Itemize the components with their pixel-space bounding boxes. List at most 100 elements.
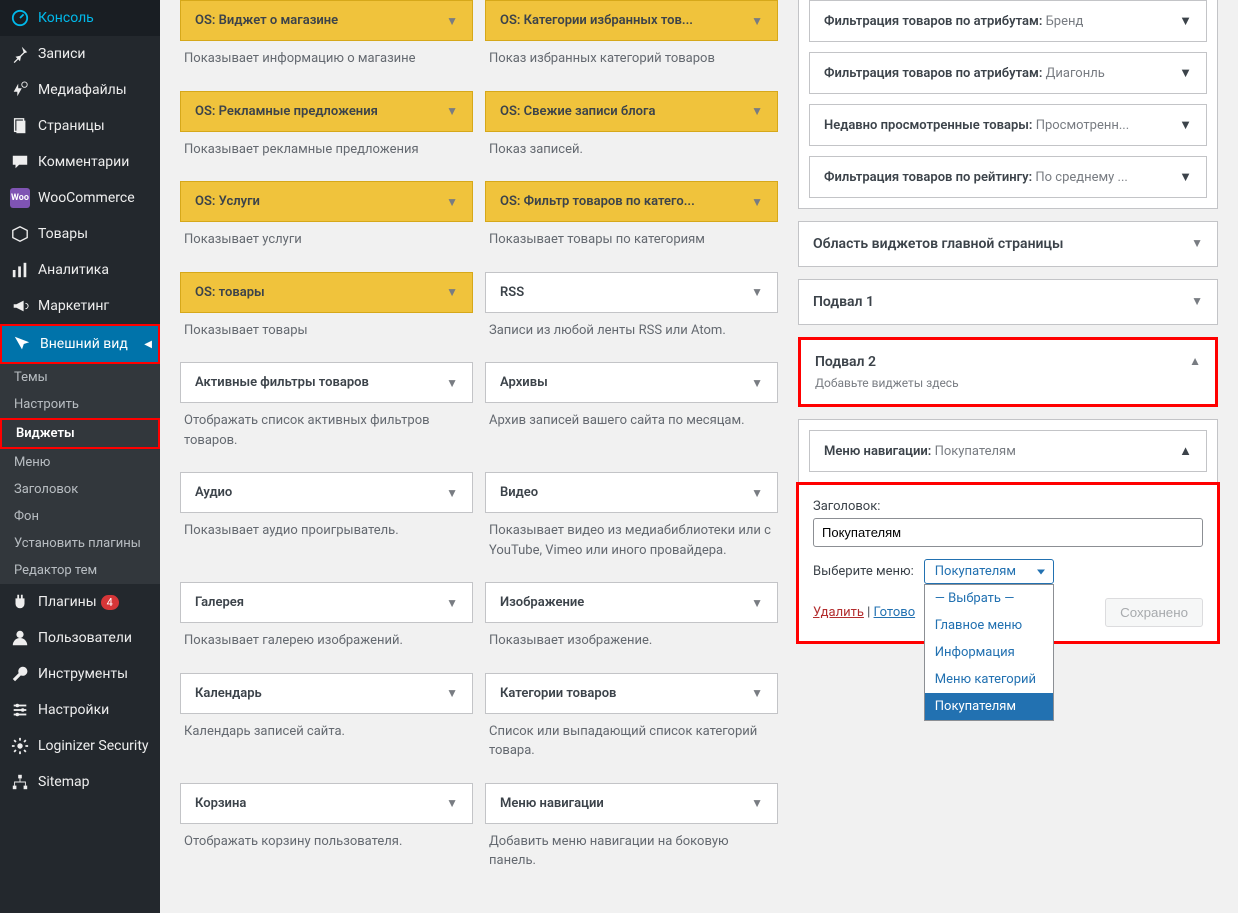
menu-marketing[interactable]: Маркетинг	[0, 288, 160, 324]
menu-console[interactable]: Консоль	[0, 0, 160, 36]
plugins-icon	[10, 592, 30, 612]
chevron-down-icon: ▼	[446, 376, 458, 390]
submenu-customize[interactable]: Настроить	[0, 391, 160, 418]
widget-title: Галерея	[195, 595, 244, 610]
menu-option[interactable]: Информация	[925, 639, 1053, 666]
title-input[interactable]	[813, 518, 1203, 547]
widget-title: Фильтрация товаров по атрибутам:	[824, 66, 1042, 81]
widget-title: Меню навигации	[500, 796, 604, 811]
available-widget[interactable]: Архивы ▼	[485, 362, 778, 403]
menu-label: Товары	[38, 226, 88, 242]
widget-title: OS: товары	[195, 285, 265, 300]
menu-users[interactable]: Пользователи	[0, 620, 160, 656]
chevron-down-icon: ▼	[1191, 236, 1203, 250]
available-widget[interactable]: Календарь ▼	[180, 673, 473, 714]
menu-pages[interactable]: Страницы	[0, 108, 160, 144]
chevron-down-icon: ▼	[1191, 294, 1203, 308]
menu-option[interactable]: — Выбрать —	[925, 585, 1053, 612]
menu-products[interactable]: Товары	[0, 216, 160, 252]
widget-title: Категории товаров	[500, 686, 616, 701]
menu-sitemap[interactable]: Sitemap	[0, 764, 160, 800]
menu-select[interactable]: Покупателям	[924, 559, 1054, 584]
available-widget[interactable]: Меню навигации ▼	[485, 783, 778, 824]
submenu-background[interactable]: Фон	[0, 503, 160, 530]
widget-description: Архив записей вашего сайта по месяцам.	[485, 403, 778, 447]
widget-description: Показывает услуги	[180, 222, 473, 266]
menu-option[interactable]: Меню категорий	[925, 666, 1053, 693]
widget-description: Показывает аудио проигрыватель.	[180, 513, 473, 557]
area-title: Подвал 2	[815, 354, 959, 370]
area-footer2-header[interactable]: Подвал 2 Добавьте виджеты здесь ▲	[801, 340, 1215, 404]
pin-icon	[10, 44, 30, 64]
available-widget[interactable]: OS: Рекламные предложения ▼	[180, 91, 473, 132]
submenu-header[interactable]: Заголовок	[0, 476, 160, 503]
widget-value: Бренд	[1046, 14, 1084, 29]
submenu-menus[interactable]: Меню	[0, 449, 160, 476]
widget-title: OS: Услуги	[195, 194, 260, 209]
done-link[interactable]: Готово	[874, 605, 916, 620]
woo-icon: Woo	[10, 188, 30, 208]
appearance-submenu: Темы Настроить Виджеты Меню Заголовок Фо…	[0, 364, 160, 584]
menu-appearance[interactable]: Внешний вид ◀	[0, 324, 160, 364]
submenu-install-plugins[interactable]: Установить плагины	[0, 530, 160, 557]
available-widget[interactable]: OS: Категории избранных тов... ▼	[485, 0, 778, 41]
appearance-icon	[12, 334, 32, 354]
placed-widget[interactable]: Фильтрация товаров по атрибутам: Диагонл…	[810, 53, 1206, 93]
submenu-theme-editor[interactable]: Редактор тем	[0, 557, 160, 584]
available-widget[interactable]: OS: Свежие записи блога ▼	[485, 91, 778, 132]
available-widget[interactable]: OS: Фильтр товаров по катего... ▼	[485, 181, 778, 222]
menu-label: Настройки	[38, 702, 109, 718]
menu-option[interactable]: Покупателям	[925, 693, 1053, 720]
menu-dropdown: — Выбрать — Главное меню Информация Меню…	[924, 584, 1054, 721]
chevron-down-icon: ▼	[446, 686, 458, 700]
widget-title: OS: Фильтр товаров по катего...	[500, 194, 695, 209]
placed-widget[interactable]: Фильтрация товаров по атрибутам: Бренд ▼	[810, 1, 1206, 41]
widget-description: Показывает изображение.	[485, 623, 778, 667]
menu-label: Loginizer Security	[38, 738, 149, 754]
available-widget[interactable]: Активные фильтры товаров ▼	[180, 362, 473, 403]
menu-posts[interactable]: Записи	[0, 36, 160, 72]
menu-tools[interactable]: Инструменты	[0, 656, 160, 692]
chevron-down-icon: ▼	[446, 486, 458, 500]
menu-label: WooCommerce	[38, 190, 135, 206]
settings-icon	[10, 700, 30, 720]
area-homepage[interactable]: Область виджетов главной страницы ▼	[798, 221, 1218, 267]
available-widget[interactable]: Галерея ▼	[180, 582, 473, 623]
chevron-down-icon: ▼	[1179, 117, 1192, 133]
available-widget[interactable]: Категории товаров ▼	[485, 673, 778, 714]
menu-label: Пользователи	[38, 630, 132, 646]
menu-plugins[interactable]: Плагины 4	[0, 584, 160, 620]
menu-media[interactable]: Медиафайлы	[0, 72, 160, 108]
menu-woocommerce[interactable]: Woo WooCommerce	[0, 180, 160, 216]
delete-link[interactable]: Удалить	[813, 605, 864, 620]
chevron-down-icon: ▼	[446, 796, 458, 810]
widget-area-top: Фильтрация товаров по атрибутам: Бренд ▼…	[798, 0, 1218, 209]
menu-option[interactable]: Главное меню	[925, 612, 1053, 639]
menu-label: Страницы	[38, 118, 105, 134]
area-footer1[interactable]: Подвал 1 ▼	[798, 279, 1218, 325]
plugin-count-badge: 4	[101, 595, 119, 610]
submenu-widgets[interactable]: Виджеты	[0, 418, 160, 449]
available-widget[interactable]: RSS ▼	[485, 272, 778, 313]
submenu-themes[interactable]: Темы	[0, 364, 160, 391]
widget-description: Показывает рекламные предложения	[180, 132, 473, 176]
placed-widget[interactable]: Недавно просмотренные товары: Просмотрен…	[810, 105, 1206, 145]
chevron-down-icon: ▼	[446, 14, 458, 28]
available-widget[interactable]: Изображение ▼	[485, 582, 778, 623]
menu-loginizer[interactable]: Loginizer Security	[0, 728, 160, 764]
area-title: Область виджетов главной страницы	[813, 236, 1063, 252]
menu-label: Аналитика	[38, 262, 109, 278]
available-widget[interactable]: OS: Услуги ▼	[180, 181, 473, 222]
available-widget[interactable]: OS: товары ▼	[180, 272, 473, 313]
placed-widget[interactable]: Фильтрация товаров по рейтингу: По средн…	[810, 157, 1206, 197]
available-widget[interactable]: Корзина ▼	[180, 783, 473, 824]
widget-description: Календарь записей сайта.	[180, 714, 473, 758]
available-widget[interactable]: Видео ▼	[485, 472, 778, 513]
nav-menu-widget-form: Заголовок: Выберите меню: Покупателям — …	[796, 482, 1220, 644]
menu-settings[interactable]: Настройки	[0, 692, 160, 728]
nav-menu-widget-header[interactable]: Меню навигации: Покупателям ▲	[810, 431, 1206, 471]
available-widget[interactable]: Аудио ▼	[180, 472, 473, 513]
menu-comments[interactable]: Комментарии	[0, 144, 160, 180]
available-widget[interactable]: OS: Виджет о магазине ▼	[180, 0, 473, 41]
menu-analytics[interactable]: Аналитика	[0, 252, 160, 288]
